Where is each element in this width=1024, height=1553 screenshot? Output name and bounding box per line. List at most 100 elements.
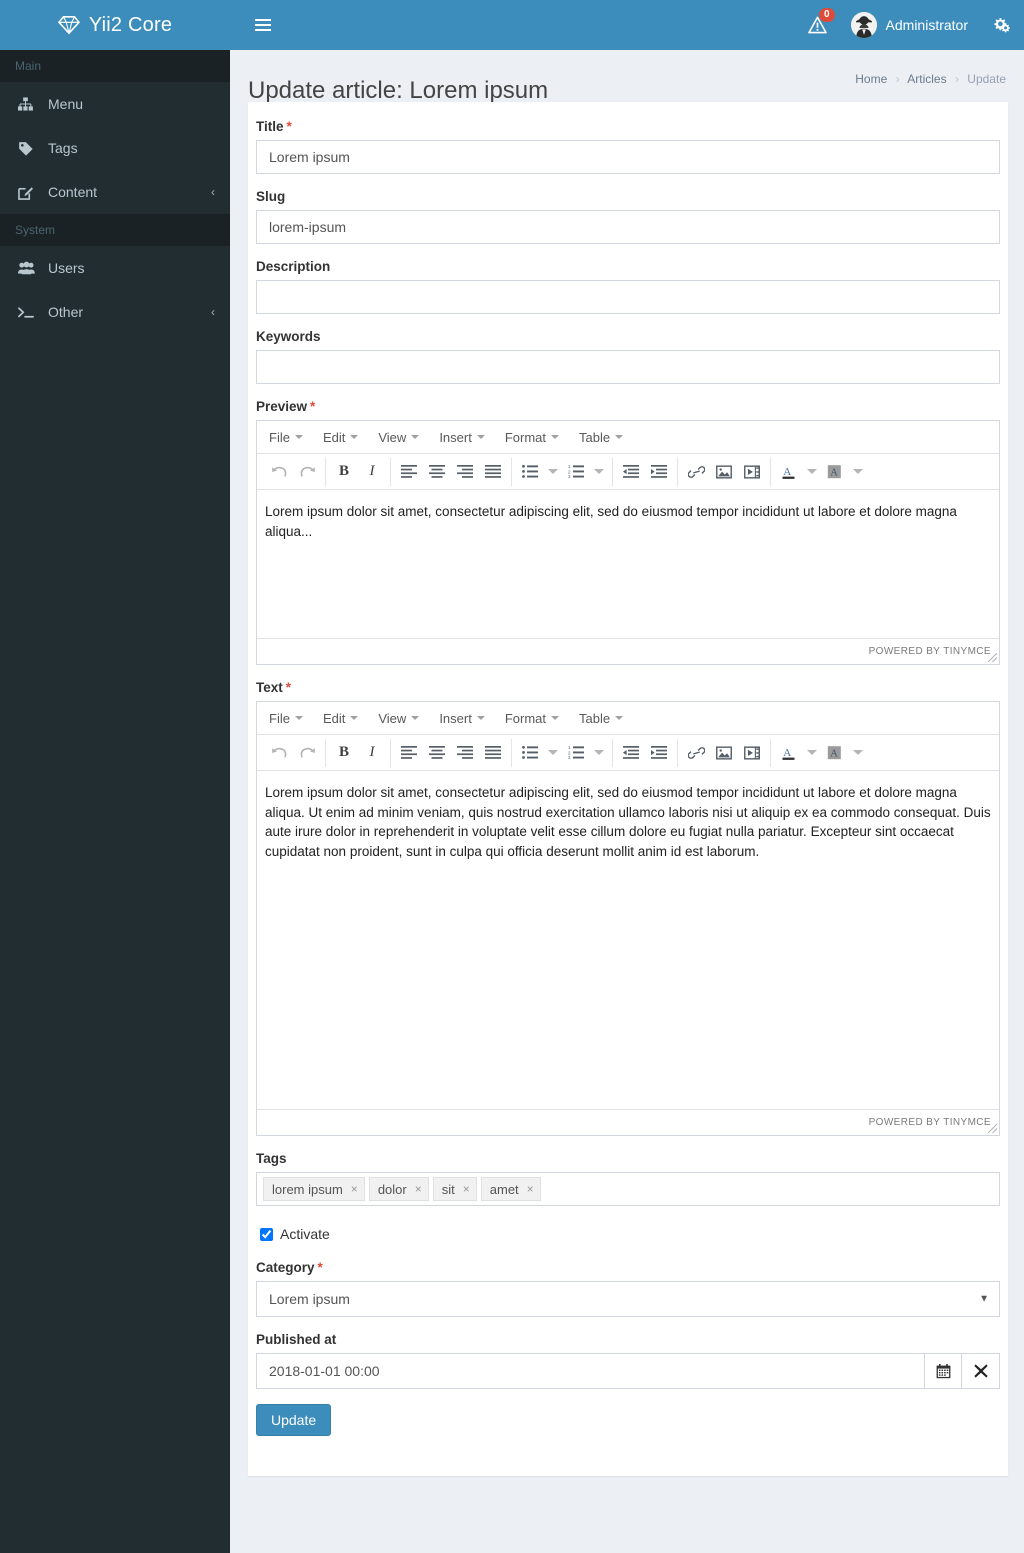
calendar-picker-button[interactable] bbox=[924, 1353, 962, 1389]
numbered-list-dropdown-icon[interactable] bbox=[590, 739, 608, 767]
editor-menu-format[interactable]: Format bbox=[495, 707, 569, 730]
editor-menu-insert[interactable]: Insert bbox=[429, 426, 495, 449]
tags-input[interactable]: lorem ipsum × dolor × sit × amet × bbox=[256, 1172, 1000, 1206]
form-group-category: Category * Lorem ipsum ▼ bbox=[256, 1260, 1000, 1327]
align-center-icon[interactable] bbox=[423, 739, 451, 767]
bullet-list-icon[interactable] bbox=[516, 458, 544, 486]
alerts-button[interactable]: 0 bbox=[796, 0, 839, 50]
tag-remove-icon[interactable]: × bbox=[463, 1182, 470, 1196]
brand-logo[interactable]: Yii2 Core bbox=[0, 0, 230, 50]
align-right-icon[interactable] bbox=[451, 458, 479, 486]
activate-label[interactable]: Activate bbox=[280, 1226, 330, 1242]
sidebar-item-users[interactable]: Users bbox=[0, 246, 230, 290]
bullet-list-dropdown-icon[interactable] bbox=[544, 458, 562, 486]
redo-icon[interactable] bbox=[293, 458, 321, 486]
sidebar-item-content[interactable]: Content ‹ bbox=[0, 170, 230, 214]
undo-icon[interactable] bbox=[265, 739, 293, 767]
align-center-icon[interactable] bbox=[423, 458, 451, 486]
bold-icon[interactable]: B bbox=[330, 458, 358, 486]
background-color-dropdown-icon[interactable] bbox=[849, 739, 867, 767]
description-input[interactable] bbox=[256, 280, 1000, 314]
background-color-dropdown-icon[interactable] bbox=[849, 458, 867, 486]
tag-remove-icon[interactable]: × bbox=[415, 1182, 422, 1196]
admin-page: Yii2 Core Main Menu Tags Content ‹ Syste… bbox=[0, 0, 1024, 1553]
keywords-input[interactable] bbox=[256, 350, 1000, 384]
align-left-icon[interactable] bbox=[395, 458, 423, 486]
editor-menu-edit[interactable]: Edit bbox=[313, 707, 368, 730]
chevron-down-icon bbox=[615, 435, 624, 439]
italic-icon[interactable]: I bbox=[358, 739, 386, 767]
bullet-list-icon[interactable] bbox=[516, 739, 544, 767]
breadcrumb-separator: › bbox=[895, 72, 900, 86]
editor-menu-view[interactable]: View bbox=[368, 707, 429, 730]
editor-resize-handle[interactable] bbox=[988, 1124, 997, 1133]
category-label: Category * bbox=[256, 1260, 323, 1275]
text-color-dropdown-icon[interactable] bbox=[803, 458, 821, 486]
editor-menu-insert[interactable]: Insert bbox=[429, 707, 495, 730]
link-icon[interactable] bbox=[682, 739, 710, 767]
hamburger-icon bbox=[255, 19, 271, 31]
outdent-icon[interactable] bbox=[617, 739, 645, 767]
numbered-list-icon[interactable]: 123 bbox=[562, 458, 590, 486]
editor-menu-file[interactable]: File bbox=[259, 707, 313, 730]
category-select[interactable]: Lorem ipsum bbox=[256, 1281, 1000, 1317]
breadcrumb-item-articles[interactable]: Articles bbox=[907, 72, 946, 86]
align-justify-icon[interactable] bbox=[479, 739, 507, 767]
undo-icon[interactable] bbox=[265, 458, 293, 486]
background-color-icon[interactable]: A bbox=[821, 739, 849, 767]
article-form-card: Title* Slug Description Keywords Preview… bbox=[248, 102, 1008, 1476]
editor-menu-table[interactable]: Table bbox=[569, 707, 633, 730]
numbered-list-dropdown-icon[interactable] bbox=[590, 458, 608, 486]
media-icon[interactable] bbox=[738, 739, 766, 767]
italic-icon[interactable]: I bbox=[358, 458, 386, 486]
sidebar-toggle-button[interactable] bbox=[243, 0, 283, 50]
align-justify-icon[interactable] bbox=[479, 458, 507, 486]
sidebar-item-tags[interactable]: Tags bbox=[0, 126, 230, 170]
slug-input[interactable] bbox=[256, 210, 1000, 244]
toolbar-group-indent bbox=[612, 457, 677, 486]
update-button[interactable]: Update bbox=[256, 1404, 332, 1436]
text-color-icon[interactable]: A bbox=[775, 739, 803, 767]
editor-menu-view[interactable]: View bbox=[368, 426, 429, 449]
image-icon[interactable] bbox=[710, 458, 738, 486]
bold-icon[interactable]: B bbox=[330, 739, 358, 767]
editor-menu-format[interactable]: Format bbox=[495, 426, 569, 449]
redo-icon[interactable] bbox=[293, 739, 321, 767]
toolbar-group-align bbox=[390, 457, 511, 486]
indent-icon[interactable] bbox=[645, 458, 673, 486]
indent-icon[interactable] bbox=[645, 739, 673, 767]
editor-menu-table[interactable]: Table bbox=[569, 426, 633, 449]
image-icon[interactable] bbox=[710, 739, 738, 767]
sidebar-item-menu[interactable]: Menu bbox=[0, 82, 230, 126]
breadcrumb-item-home[interactable]: Home bbox=[855, 72, 887, 86]
user-menu-button[interactable]: Administrator bbox=[839, 0, 980, 50]
outdent-icon[interactable] bbox=[617, 458, 645, 486]
text-color-icon[interactable]: A bbox=[775, 458, 803, 486]
chevron-down-icon bbox=[411, 435, 420, 439]
bullet-list-dropdown-icon[interactable] bbox=[544, 739, 562, 767]
editor-resize-handle[interactable] bbox=[988, 653, 997, 662]
tag-remove-icon[interactable]: × bbox=[527, 1182, 534, 1196]
settings-button[interactable] bbox=[980, 0, 1024, 50]
preview-editor-body[interactable]: Lorem ipsum dolor sit amet, consectetur … bbox=[257, 490, 999, 638]
align-right-icon[interactable] bbox=[451, 739, 479, 767]
preview-editor: File Edit View Insert Format Table B I 1… bbox=[256, 420, 1000, 665]
numbered-list-icon[interactable]: 123 bbox=[562, 739, 590, 767]
background-color-icon[interactable]: A bbox=[821, 458, 849, 486]
tag-item: amet × bbox=[480, 1177, 541, 1201]
published-at-input[interactable] bbox=[256, 1353, 924, 1389]
link-icon[interactable] bbox=[682, 458, 710, 486]
media-icon[interactable] bbox=[738, 458, 766, 486]
required-asterisk: * bbox=[285, 680, 292, 695]
text-color-dropdown-icon[interactable] bbox=[803, 739, 821, 767]
editor-menu-edit[interactable]: Edit bbox=[313, 426, 368, 449]
tag-item: sit × bbox=[432, 1177, 477, 1201]
activate-checkbox[interactable] bbox=[260, 1227, 273, 1241]
editor-menu-file[interactable]: File bbox=[259, 426, 313, 449]
sidebar-item-other[interactable]: Other ‹ bbox=[0, 290, 230, 334]
tag-remove-icon[interactable]: × bbox=[351, 1182, 358, 1196]
text-editor-body[interactable]: Lorem ipsum dolor sit amet, consectetur … bbox=[257, 771, 999, 1109]
align-left-icon[interactable] bbox=[395, 739, 423, 767]
title-input[interactable] bbox=[256, 140, 1000, 174]
clear-date-button[interactable] bbox=[962, 1353, 1000, 1389]
